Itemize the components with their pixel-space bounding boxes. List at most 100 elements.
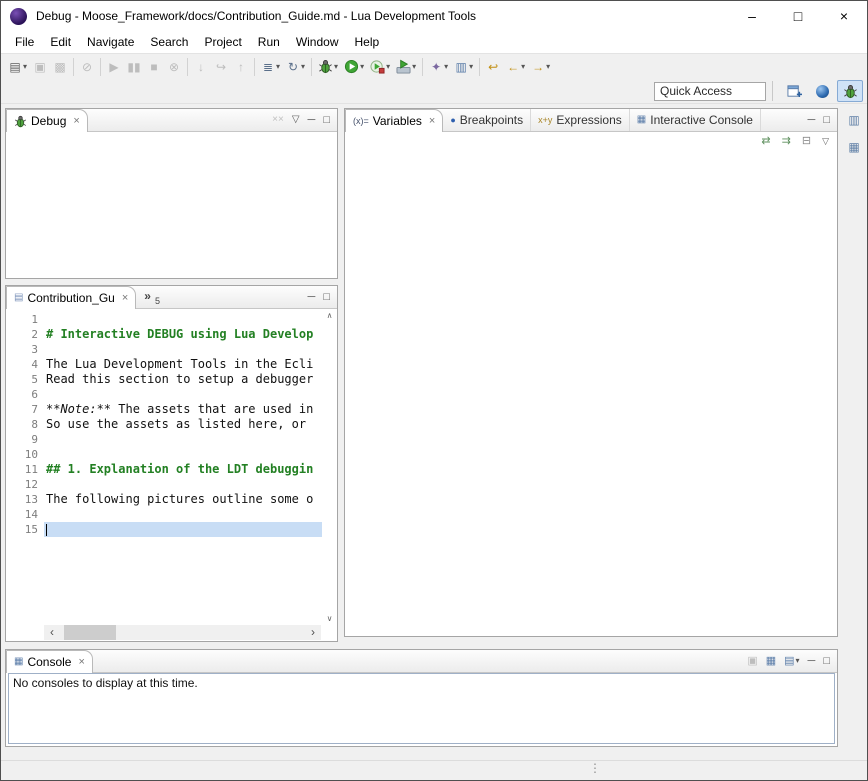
step-over-button[interactable]: ↪	[211, 56, 231, 78]
window-close-button[interactable]: ×	[821, 1, 867, 31]
open-console-button[interactable]: ▣	[747, 656, 757, 667]
variables-view-content[interactable]	[345, 132, 837, 636]
run-button[interactable]: ▾	[341, 56, 367, 78]
scroll-down-icon[interactable]: ∨	[327, 614, 333, 623]
use-step-filters-button[interactable]: ≣▾	[258, 56, 283, 78]
minimize-view-button[interactable]: ─	[308, 115, 316, 126]
tab-contribution-guide[interactable]: ▤ Contribution_Gu ×	[6, 286, 136, 309]
editor-gutter[interactable]: 123456789101112131415	[18, 309, 44, 625]
forward-button[interactable]: →▾	[528, 56, 553, 78]
editor-line[interactable]	[44, 312, 322, 327]
annotation-ruler[interactable]	[6, 309, 18, 625]
maximize-view-button[interactable]: □	[323, 292, 330, 303]
editor-line[interactable]	[44, 447, 322, 462]
menu-file[interactable]: File	[7, 32, 42, 52]
scroll-left-icon[interactable]: ‹	[44, 625, 60, 640]
show-type-names-button[interactable]: ⇄	[761, 136, 770, 147]
tab-expressions[interactable]: x+y Expressions	[531, 109, 630, 131]
maximize-view-button[interactable]: □	[323, 115, 330, 126]
save-all-button[interactable]: ▩	[50, 56, 70, 78]
editor-line[interactable]	[44, 507, 322, 522]
last-edit-location-button[interactable]: ↩	[483, 56, 503, 78]
debug-perspective-button[interactable]	[837, 80, 863, 102]
menu-window[interactable]: Window	[288, 32, 347, 52]
close-tab-icon[interactable]: ×	[78, 656, 84, 668]
open-task-button[interactable]: ▥▾	[451, 56, 476, 78]
editor-vertical-scrollbar[interactable]: ∧ ∨	[322, 309, 337, 625]
tab-label: Breakpoints	[460, 113, 523, 127]
menu-run[interactable]: Run	[250, 32, 288, 52]
close-tab-icon[interactable]: ×	[122, 292, 128, 304]
maximize-view-button[interactable]: □	[823, 115, 830, 126]
debug-view-content[interactable]	[6, 132, 337, 278]
editor-line[interactable]: # Interactive DEBUG using Lua Develop	[44, 327, 322, 342]
menu-help[interactable]: Help	[347, 32, 388, 52]
menu-project[interactable]: Project	[196, 32, 249, 52]
tab-interactive-console[interactable]: ▦ Interactive Console	[630, 109, 761, 131]
editor-line[interactable]: The Lua Development Tools in the Ecli	[44, 357, 322, 372]
editor-line[interactable]: So use the assets as listed here, or	[44, 417, 322, 432]
view-menu-button[interactable]: ▽	[822, 137, 829, 146]
tab-debug[interactable]: Debug ×	[6, 109, 88, 132]
resume-button[interactable]: ▶	[104, 56, 124, 78]
close-tab-icon[interactable]: ×	[73, 115, 79, 127]
collapse-all-button[interactable]: ⊟	[802, 136, 811, 147]
editor-line[interactable]: Read this section to setup a debugger	[44, 372, 322, 387]
close-tab-icon[interactable]: ×	[429, 115, 435, 127]
window-maximize-button[interactable]: □	[775, 1, 821, 31]
open-perspective-button[interactable]	[781, 80, 807, 102]
menu-search[interactable]: Search	[142, 32, 196, 52]
tab-variables[interactable]: (x)= Variables ×	[345, 109, 443, 132]
restore-view-button[interactable]: ▥	[844, 111, 864, 129]
scroll-up-icon[interactable]: ∧	[327, 311, 333, 320]
editor-line[interactable]: ## 1. Explanation of the LDT debuggin	[44, 462, 322, 477]
editor-line[interactable]	[44, 477, 322, 492]
menu-edit[interactable]: Edit	[42, 32, 79, 52]
skip-all-breakpoints-button[interactable]: ⊘	[77, 56, 97, 78]
console-message-area[interactable]: No consoles to display at this time.	[8, 673, 835, 744]
menu-navigate[interactable]: Navigate	[79, 32, 142, 52]
step-into-button[interactable]: ↓	[191, 56, 211, 78]
new-wizard-button[interactable]: ✦▾	[426, 56, 451, 78]
display-selected-console-button[interactable]: ▦	[766, 656, 776, 667]
remove-terminated-button[interactable]: ××	[272, 115, 284, 125]
tab-breakpoints[interactable]: ● Breakpoints	[443, 109, 531, 131]
minimize-view-button[interactable]: ─	[808, 656, 816, 667]
show-logical-structure-button[interactable]: ⇉	[782, 136, 791, 147]
editor-line[interactable]	[44, 387, 322, 402]
toolbar-separator	[100, 58, 101, 76]
external-tools-button[interactable]: ▾	[393, 56, 419, 78]
sash-grip[interactable]: ⋮	[589, 762, 601, 774]
editor-line[interactable]	[44, 342, 322, 357]
hidden-editors-chevron[interactable]: » 5	[136, 286, 168, 308]
coverage-button[interactable]: ▾	[367, 56, 393, 78]
editor-horizontal-scrollbar[interactable]: ‹ ›	[44, 625, 321, 640]
minimize-view-button[interactable]: ─	[308, 292, 316, 303]
new-button[interactable]: ▤▾	[5, 56, 30, 78]
back-button[interactable]: ←▾	[503, 56, 528, 78]
scrollbar-thumb[interactable]	[64, 625, 116, 640]
suspend-button[interactable]: ▮▮	[124, 56, 144, 78]
ldt-perspective-button[interactable]	[809, 80, 835, 102]
quick-access-input[interactable]: Quick Access	[654, 82, 766, 101]
maximize-view-button[interactable]: □	[823, 656, 830, 667]
tab-console[interactable]: ▦ Console ×	[6, 650, 93, 673]
scrollbar-track[interactable]	[60, 625, 305, 640]
debug-history-button[interactable]: ↻▾	[283, 56, 308, 78]
minimize-view-button[interactable]: ─	[808, 115, 816, 126]
editor-line[interactable]	[44, 432, 322, 447]
editor-line[interactable]: The following pictures outline some o	[44, 492, 322, 507]
editor-line[interactable]	[44, 522, 322, 537]
editor-line[interactable]: **Note:** The assets that are used in	[44, 402, 322, 417]
palette-view-button[interactable]: ▦	[844, 138, 864, 156]
scroll-right-icon[interactable]: ›	[305, 625, 321, 640]
editor-code[interactable]: # Interactive DEBUG using Lua Develop The…	[44, 309, 322, 625]
window-minimize-button[interactable]: –	[729, 1, 775, 31]
view-menu-button[interactable]: ▽	[292, 115, 300, 125]
new-console-button[interactable]: ▤ ▾	[784, 656, 799, 667]
disconnect-button[interactable]: ⊗	[164, 56, 184, 78]
save-button[interactable]: ▣	[30, 56, 50, 78]
debug-button[interactable]: ▾	[315, 56, 341, 78]
step-return-button[interactable]: ↑	[231, 56, 251, 78]
terminate-button[interactable]: ■	[144, 56, 164, 78]
